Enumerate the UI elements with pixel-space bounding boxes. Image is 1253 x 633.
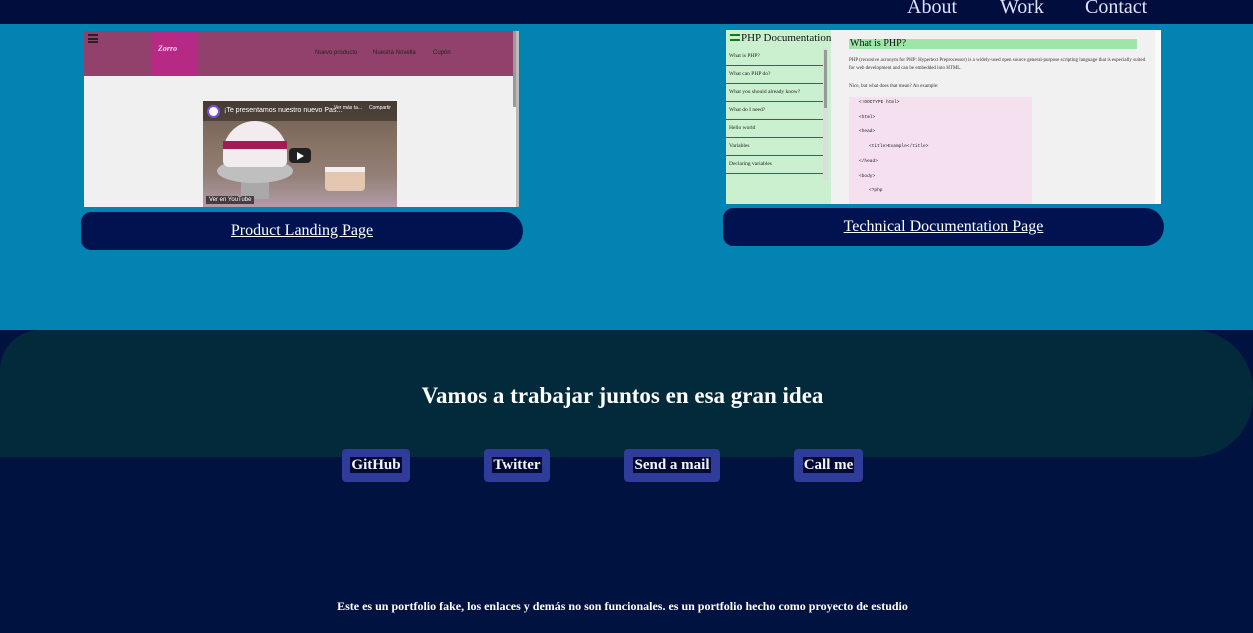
contact-heading: Vamos a trabajar juntos en esa gran idea bbox=[421, 383, 824, 408]
preview-doc-main: What is PHP? PHP (recursive acronym for … bbox=[849, 30, 1149, 204]
hamburger-icon bbox=[730, 34, 740, 41]
call-me-link[interactable]: Call me bbox=[794, 449, 863, 482]
project-thumbnail-product-landing[interactable]: Zorro Nuevo producto Nuestra Novella Cup… bbox=[84, 31, 519, 207]
twitter-link-label: Twitter bbox=[492, 457, 542, 473]
video-top-bar: ¡Te presentamos nuestro nuevo Pas... Ver… bbox=[203, 101, 397, 121]
preview-doc-nav-item: What can PHP do? bbox=[726, 66, 823, 84]
code-line: <title>Example</title> bbox=[869, 144, 929, 149]
cake-slice-image bbox=[325, 169, 365, 191]
preview-doc-nav-item: What is PHP? bbox=[726, 48, 823, 66]
preview-doc-nav-item: Hello world bbox=[726, 120, 823, 138]
code-line: <?php bbox=[869, 188, 883, 193]
code-line: <!DOCTYPE html> bbox=[859, 100, 900, 105]
preview-video: ¡Te presentamos nuestro nuevo Pas... Ver… bbox=[203, 101, 397, 207]
preview-doc-nav-list: What is PHP? What can PHP do? What you s… bbox=[726, 48, 823, 174]
send-mail-link-label: Send a mail bbox=[633, 457, 711, 473]
cake-slice-top bbox=[325, 167, 365, 172]
footer-disclaimer: Este es un portfolio fake, los enlaces y… bbox=[337, 599, 908, 613]
nav-link-work[interactable]: Work bbox=[1000, 0, 1044, 19]
preview-header: Zorro Nuevo producto Nuestra Novella Cup… bbox=[84, 31, 516, 76]
preview-logo: Zorro bbox=[152, 32, 197, 75]
code-line: </head> bbox=[859, 159, 878, 164]
call-me-link-label: Call me bbox=[802, 457, 855, 473]
video-bottom-bar: Ver en YouTube bbox=[203, 194, 397, 207]
nav-link-about[interactable]: About bbox=[907, 0, 957, 19]
preview-doc-code-block: <!DOCTYPE html> <html> <head> <title>Exa… bbox=[849, 97, 1032, 204]
github-link[interactable]: GitHub bbox=[342, 449, 410, 482]
preview-doc-paragraph: PHP (recursive acronym for PHP: Hypertex… bbox=[849, 58, 1146, 71]
project-caption-technical-docs[interactable]: Technical Documentation Page bbox=[723, 208, 1164, 246]
code-line: <html> bbox=[859, 115, 876, 120]
channel-avatar bbox=[207, 105, 220, 118]
top-nav: About Work Contact bbox=[0, 0, 1253, 24]
preview-doc-nav-item: Declaring variables bbox=[726, 156, 823, 174]
projects-section: Zorro Nuevo producto Nuestra Novella Cup… bbox=[0, 24, 1253, 330]
preview-doc-nav-item: What do I need? bbox=[726, 102, 823, 120]
preview-doc-paragraph: Nice, but what does that mean? An exampl… bbox=[849, 84, 939, 89]
project-thumbnail-technical-docs[interactable]: PHP Documentation What is PHP? What can … bbox=[726, 30, 1161, 204]
code-line: <head> bbox=[859, 129, 876, 134]
project-caption-product-landing[interactable]: Product Landing Page bbox=[81, 212, 523, 250]
contact-banner: Vamos a trabajar juntos en esa gran idea bbox=[0, 330, 1253, 457]
preview-doc-nav-item: Variables bbox=[726, 138, 823, 156]
twitter-link[interactable]: Twitter bbox=[484, 449, 550, 482]
preview-doc-nav-scroll-thumb bbox=[824, 50, 827, 108]
code-line: <body> bbox=[859, 174, 876, 179]
preview-doc-heading: What is PHP? bbox=[849, 39, 1137, 49]
hamburger-icon bbox=[88, 34, 98, 43]
preview-nav-item: Nuestra Novella bbox=[373, 50, 416, 56]
cake-ribbon bbox=[223, 141, 287, 149]
github-link-label: GitHub bbox=[350, 457, 402, 473]
preview-doc-nav-item: What you should already know? bbox=[726, 84, 823, 102]
preview-nav-item: Cupón bbox=[433, 50, 451, 56]
play-icon bbox=[289, 148, 311, 163]
watch-on-youtube: Ver en YouTube bbox=[206, 196, 255, 204]
preview-doc-sidebar: PHP Documentation What is PHP? What can … bbox=[726, 30, 831, 204]
preview-doc-nav-title: PHP Documentation bbox=[741, 32, 832, 44]
preview-nav-item: Nuevo producto bbox=[315, 50, 358, 56]
preview-doc-scrollbar bbox=[1155, 30, 1161, 204]
watch-later-label: Ver más ta... bbox=[333, 105, 363, 111]
preview-scrollbar bbox=[513, 31, 516, 107]
share-label: Compartir bbox=[369, 105, 391, 111]
video-title: ¡Te presentamos nuestro nuevo Pas... bbox=[224, 107, 343, 114]
nav-link-contact[interactable]: Contact bbox=[1085, 0, 1147, 19]
send-mail-link[interactable]: Send a mail bbox=[624, 449, 720, 482]
